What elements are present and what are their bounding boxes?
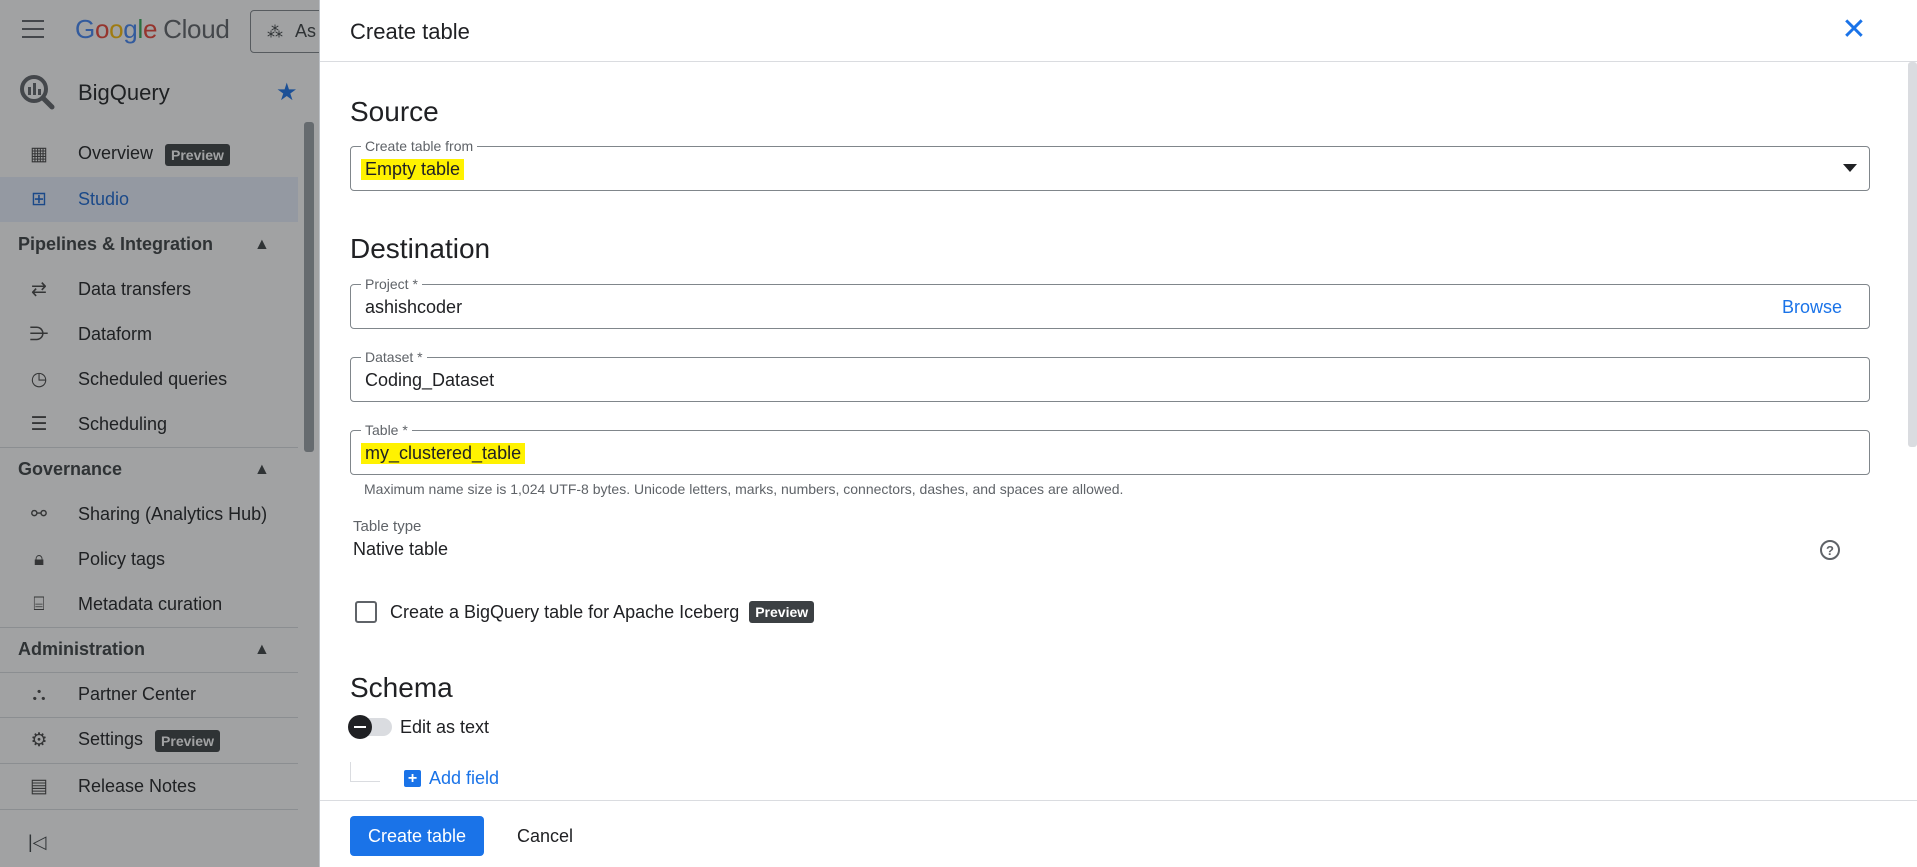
dataset-field[interactable]: Dataset * Coding_Dataset xyxy=(350,349,1870,402)
schema-heading: Schema xyxy=(350,672,453,703)
iceberg-option: Create a BigQuery table for Apache Icebe… xyxy=(355,597,815,627)
help-icon[interactable]: ? xyxy=(1820,540,1840,560)
panel-body: Source Create table from Empty table Des… xyxy=(320,62,1917,800)
browse-button[interactable]: Browse xyxy=(1782,297,1842,318)
schema-tree-line xyxy=(350,762,380,782)
project-label: Project * xyxy=(361,276,422,292)
panel-scrollbar[interactable] xyxy=(1908,62,1917,447)
table-name-field[interactable]: Table * my_clustered_table xyxy=(350,422,1870,475)
destination-heading: Destination xyxy=(350,233,491,264)
create-from-select[interactable]: Create table from Empty table xyxy=(350,138,1870,191)
edit-as-text-label: Edit as text xyxy=(400,716,490,737)
cancel-button[interactable]: Cancel xyxy=(500,816,590,856)
dropdown-arrow-icon[interactable] xyxy=(1843,164,1857,172)
iceberg-checkbox[interactable] xyxy=(355,601,377,623)
dataset-label: Dataset * xyxy=(361,349,427,365)
create-from-label: Create table from xyxy=(361,138,478,154)
preview-badge: Preview xyxy=(749,601,815,623)
table-name-hint: Maximum name size is 1,024 UTF-8 bytes. … xyxy=(364,481,1124,497)
add-field-button[interactable]: + Add field xyxy=(404,768,499,789)
create-table-button[interactable]: Create table xyxy=(350,816,484,856)
table-label: Table * xyxy=(361,422,412,438)
add-icon: + xyxy=(404,770,421,787)
project-field[interactable]: Project * ashishcoder Browse xyxy=(350,276,1870,329)
create-table-panel: Create table ✕ Source Create table from … xyxy=(319,0,1917,867)
panel-header: Create table ✕ xyxy=(320,0,1917,62)
table-value: my_clustered_table xyxy=(361,443,526,464)
project-value: ashishcoder xyxy=(365,297,463,317)
source-heading: Source xyxy=(350,96,439,127)
dataset-value: Coding_Dataset xyxy=(365,370,495,390)
close-icon[interactable]: ✕ xyxy=(1838,14,1870,46)
table-type-value: Native table xyxy=(353,539,449,559)
panel-footer: Create table Cancel xyxy=(320,800,1917,867)
panel-title: Create table xyxy=(350,19,470,44)
table-type-label: Table type xyxy=(353,518,422,535)
iceberg-label: Create a BigQuery table for Apache Icebe… xyxy=(390,601,740,622)
edit-as-text-toggle[interactable] xyxy=(348,715,392,739)
create-from-value: Empty table xyxy=(361,159,465,180)
toggle-knob xyxy=(348,715,372,739)
edit-as-text-row: Edit as text xyxy=(348,714,490,740)
